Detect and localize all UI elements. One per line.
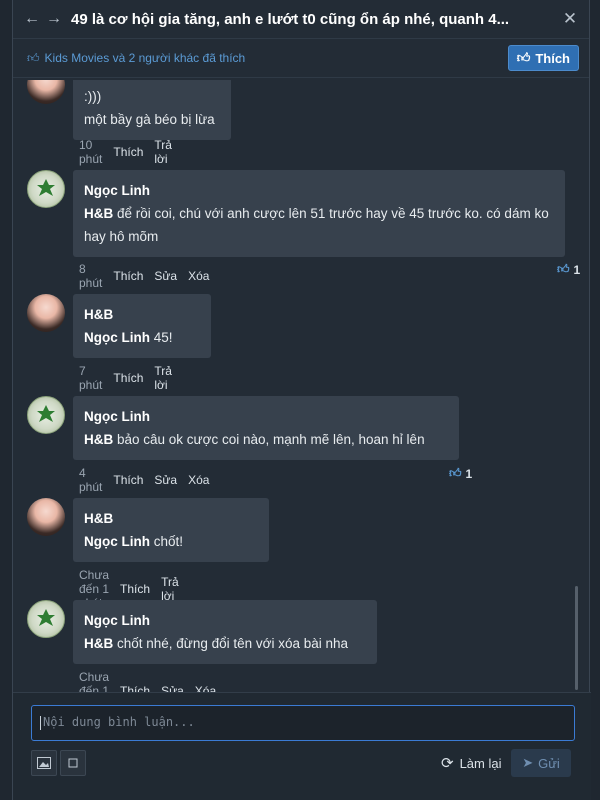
comment-author[interactable]: Ngọc Linh bbox=[84, 179, 554, 202]
scrollbar[interactable] bbox=[575, 586, 578, 690]
attach-file-button[interactable] bbox=[60, 750, 86, 776]
comment-input-placeholder: Nội dung bình luận... bbox=[43, 715, 195, 729]
comment-bubble: H&B Ngọc Linh 45! bbox=[73, 294, 211, 358]
comment-bubble: Ngọc Linh H&B bảo câu ok cược coi nào, m… bbox=[73, 396, 459, 460]
arrow-right-icon[interactable]: → bbox=[43, 8, 65, 30]
comment-author[interactable]: H&B bbox=[84, 507, 258, 530]
send-label: Gửi bbox=[538, 755, 560, 771]
reply-button[interactable]: Trả lời bbox=[154, 138, 172, 166]
avatar[interactable] bbox=[27, 396, 65, 434]
thumbs-up-icon: 👍︎ bbox=[27, 50, 40, 65]
like-button-label: Thích bbox=[535, 50, 570, 66]
mention[interactable]: Ngọc Linh bbox=[84, 330, 150, 345]
delete-button[interactable]: Xóa bbox=[195, 684, 216, 692]
comment-meta: Chưa đến 1 phút Thích Sửa Xóa bbox=[79, 670, 216, 692]
leaf-logo-icon bbox=[37, 405, 55, 422]
reset-label: Làm lại bbox=[459, 755, 502, 771]
mention[interactable]: H&B bbox=[84, 432, 113, 447]
square-icon bbox=[68, 758, 78, 768]
comment-author[interactable]: H&B bbox=[84, 303, 200, 326]
leaf-logo-icon bbox=[37, 609, 55, 626]
thumbs-up-icon: 👍︎ bbox=[449, 466, 462, 480]
leaf-logo-icon bbox=[37, 179, 55, 196]
edit-button[interactable]: Sửa bbox=[154, 269, 177, 283]
avatar[interactable] bbox=[27, 498, 65, 536]
like-comment-button[interactable]: Thích bbox=[113, 473, 143, 487]
like-comment-button[interactable]: Thích bbox=[113, 371, 143, 385]
comment-meta: 10 phút Thích Trả lời bbox=[79, 138, 172, 166]
reply-button[interactable]: Trả lời bbox=[154, 364, 172, 392]
send-button[interactable]: ➤ Gửi bbox=[511, 749, 571, 777]
reply-button[interactable]: Trả lời bbox=[161, 575, 179, 603]
comment-time: 7 phút bbox=[79, 364, 103, 392]
reaction-number: 1 bbox=[465, 466, 473, 481]
comment-text: chốt! bbox=[150, 534, 184, 549]
mention[interactable]: H&B bbox=[84, 636, 113, 651]
comments-window: ← → 49 là cơ hội gia tăng, anh e lướt t0… bbox=[12, 0, 591, 800]
comment-text: bảo câu ok cược coi nào, mạnh mẽ lên, ho… bbox=[113, 432, 425, 447]
comment-time: Chưa đến 1 phút bbox=[79, 670, 110, 692]
post-title: 49 là cơ hội gia tăng, anh e lướt t0 cũn… bbox=[71, 10, 510, 28]
comment-bubble: H&B Ngọc Linh chốt! bbox=[73, 498, 269, 562]
like-comment-button[interactable]: Thích bbox=[120, 684, 150, 692]
avatar[interactable] bbox=[27, 294, 65, 332]
close-icon[interactable]: ✕ bbox=[559, 8, 581, 30]
thumbs-up-icon: 👍︎ bbox=[557, 262, 570, 276]
arrow-left-icon[interactable]: ← bbox=[21, 8, 43, 30]
comment-bubble: Ngọc Linh H&B chốt nhé, đừng đổi tên với… bbox=[73, 600, 377, 664]
like-comment-button[interactable]: Thích bbox=[113, 269, 143, 283]
send-icon: ➤ bbox=[522, 755, 534, 770]
like-comment-button[interactable]: Thích bbox=[113, 145, 143, 159]
comment-composer: Nội dung bình luận... ⟳ Làm lại ➤ Gửi bbox=[13, 692, 591, 800]
reaction-count[interactable]: 👍︎ 1 bbox=[557, 262, 580, 277]
comment-text: chốt nhé, đừng đổi tên với xóa bài nha bbox=[113, 636, 349, 651]
like-comment-button[interactable]: Thích bbox=[120, 582, 150, 596]
likers-link[interactable]: Kids Movies và 2 người khác đã thích bbox=[45, 51, 508, 65]
mention[interactable]: Ngọc Linh bbox=[84, 534, 150, 549]
comment-time: 10 phút bbox=[79, 138, 103, 166]
comment-text: một bầy gà béo bị lừa bbox=[84, 112, 215, 127]
edit-button[interactable]: Sửa bbox=[161, 684, 184, 692]
reaction-count[interactable]: 👍︎ 1 bbox=[449, 466, 472, 481]
comment-list: :))) một bầy gà béo bị lừa 10 phút Thích… bbox=[13, 80, 591, 692]
reset-button[interactable]: ⟳ Làm lại bbox=[441, 754, 502, 772]
comment-author[interactable]: Ngọc Linh bbox=[84, 405, 448, 428]
thumbs-up-icon: 👍︎ bbox=[516, 50, 531, 65]
like-post-button[interactable]: 👍︎ Thích bbox=[507, 45, 579, 71]
delete-button[interactable]: Xóa bbox=[188, 473, 209, 487]
comment-input[interactable]: Nội dung bình luận... bbox=[31, 705, 575, 741]
attach-image-button[interactable] bbox=[31, 750, 57, 776]
comment-meta: 4 phút Thích Sửa Xóa bbox=[79, 466, 209, 494]
text-caret bbox=[40, 715, 41, 730]
delete-button[interactable]: Xóa bbox=[188, 269, 209, 283]
comment-bubble: Ngọc Linh H&B để rồi coi, chú với anh cư… bbox=[73, 170, 565, 257]
comment-author[interactable]: Ngọc Linh bbox=[84, 609, 366, 632]
avatar[interactable] bbox=[27, 80, 65, 104]
avatar[interactable] bbox=[27, 170, 65, 208]
avatar[interactable] bbox=[27, 600, 65, 638]
likes-bar: 👍︎ Kids Movies và 2 người khác đã thích … bbox=[13, 38, 589, 78]
comment-text: :))) bbox=[84, 89, 102, 104]
title-bar: ← → 49 là cơ hội gia tăng, anh e lướt t0… bbox=[13, 0, 589, 38]
mention[interactable]: H&B bbox=[84, 206, 113, 221]
comment-time: 4 phút bbox=[79, 466, 103, 494]
edit-button[interactable]: Sửa bbox=[154, 473, 177, 487]
refresh-icon: ⟳ bbox=[441, 755, 454, 772]
comment-text: 45! bbox=[150, 330, 173, 345]
comment-bubble: :))) một bầy gà béo bị lừa bbox=[73, 80, 231, 140]
comment-text: để rồi coi, chú với anh cược lên 51 trướ… bbox=[84, 206, 549, 244]
comment-meta: 8 phút Thích Sửa Xóa bbox=[79, 262, 209, 290]
comment-time: 8 phút bbox=[79, 262, 103, 290]
image-icon bbox=[37, 757, 51, 769]
comment-meta: 7 phút Thích Trả lời bbox=[79, 364, 172, 392]
reaction-number: 1 bbox=[573, 262, 581, 277]
